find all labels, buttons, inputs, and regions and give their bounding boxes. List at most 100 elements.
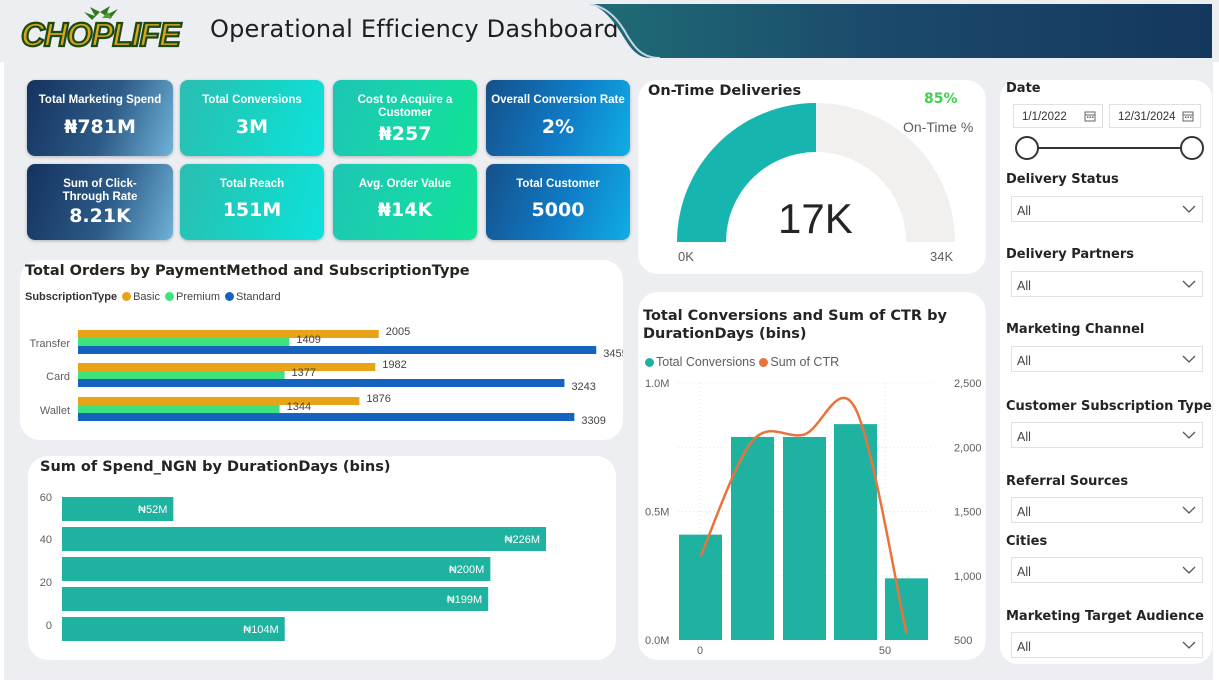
date-slicer-label: Date <box>1006 81 1041 96</box>
y-tick: 0 <box>46 620 52 632</box>
bar-premium <box>78 371 285 379</box>
dropdown-value: All <box>1017 430 1031 444</box>
kpi-value: 3M <box>235 116 269 138</box>
customer-subscription-type-dropdown[interactable]: All <box>1011 422 1203 448</box>
chevron-down-icon <box>1182 506 1196 514</box>
spend-bar <box>62 527 547 551</box>
kpi-value: 151M <box>222 199 282 221</box>
orders-by-payment-card[interactable]: Total Orders by PaymentMethod and Subscr… <box>20 260 623 440</box>
x-tick: 0 <box>697 645 703 657</box>
on-time-deliveries-card[interactable]: On-Time Deliveries 85% On-Time % 17K 0K … <box>638 80 986 274</box>
dropdown-value: All <box>1017 204 1031 218</box>
data-label: 3309 <box>581 415 605 427</box>
kpi-avg-order-value[interactable]: Avg. Order Value ₦14K <box>333 164 477 240</box>
kpi-value: ₦14K <box>377 199 433 221</box>
kpi-sum-ctr[interactable]: Sum of Click-Through Rate 8.21K <box>27 164 173 240</box>
data-label: 1982 <box>382 359 406 371</box>
kpi-total-marketing-spend[interactable]: Total Marketing Spend ₦781M <box>27 80 173 156</box>
bar-basic <box>78 397 360 405</box>
date-start-value: 1/1/2022 <box>1022 111 1067 123</box>
delivery-partners-label: Delivery Partners <box>1006 247 1135 262</box>
delivery-status-label: Delivery Status <box>1006 172 1119 187</box>
kpi-total-customer[interactable]: Total Customer 5000 <box>486 164 630 240</box>
orders-bar-chart: Transfer 2005 1409 3455 Card 1982 1377 3243 Wall… <box>29 326 623 427</box>
marketing-channel-dropdown[interactable]: All <box>1011 346 1203 372</box>
cities-dropdown[interactable]: All <box>1011 557 1203 583</box>
header-bar: CHOPLIFE Operational Efficiency Dashboar… <box>0 0 1219 62</box>
y-right-tick: 1,500 <box>954 507 982 519</box>
choplife-logo: CHOPLIFE <box>20 6 183 52</box>
bar-basic <box>78 330 379 338</box>
chevron-down-icon <box>1182 205 1196 213</box>
data-label: 1876 <box>366 393 390 405</box>
kpi-label: Avg. Order Value <box>358 178 452 190</box>
spend-bar <box>62 557 491 581</box>
y-right-tick: 2,000 <box>954 442 982 454</box>
gauge-min-label: 0K <box>678 249 694 264</box>
kpi-cost-to-acquire[interactable]: Cost to Acquire a Customer ₦257 <box>333 80 477 156</box>
delivery-status-dropdown[interactable]: All <box>1011 196 1203 222</box>
date-start-input[interactable]: 1/1/2022 <box>1013 104 1103 128</box>
bottom-edge <box>0 680 1219 685</box>
y-left-tick: 1.0M <box>645 378 669 390</box>
y-tick: 60 <box>40 492 52 504</box>
data-label: 1377 <box>292 367 316 379</box>
kpi-overall-conversion-rate[interactable]: Overall Conversion Rate 2% <box>486 80 630 156</box>
y-right-tick: 1,000 <box>954 571 982 583</box>
bar-standard <box>78 346 597 354</box>
svg-text:CHOPLIFE: CHOPLIFE <box>21 16 182 52</box>
category-label: Transfer <box>29 338 70 350</box>
date-end-input[interactable]: 12/31/2024 <box>1109 104 1201 128</box>
spend-bar <box>62 587 489 611</box>
bar-premium <box>78 338 290 346</box>
bar-standard <box>78 413 575 421</box>
spend-bar-chart: 60 40 20 0 ₦52M ₦226M ₦200M ₦199M ₦104M <box>40 492 547 641</box>
kpi-label: Total Marketing Spend <box>38 94 162 106</box>
kpi-value: 2% <box>541 116 575 138</box>
bar-basic <box>78 363 376 371</box>
conversions-bar <box>783 436 826 640</box>
chevron-down-icon <box>1182 431 1196 439</box>
spend-by-duration-card[interactable]: Sum of Spend_NGN by DurationDays (bins) … <box>28 456 616 660</box>
marketing-target-audience-label: Marketing Target Audience <box>1006 609 1204 624</box>
y-left-tick: 0.5M <box>645 507 669 519</box>
date-range-slider[interactable] <box>1012 135 1208 161</box>
y-tick: 40 <box>40 534 52 546</box>
marketing-target-audience-dropdown[interactable]: All <box>1011 632 1203 658</box>
chevron-down-icon <box>1182 355 1196 363</box>
kpi-total-conversions[interactable]: Total Conversions 3M <box>180 80 324 156</box>
referral-sources-label: Referral Sources <box>1006 474 1129 489</box>
data-label: ₦199M <box>447 594 482 606</box>
delivery-partners-dropdown[interactable]: All <box>1011 271 1203 297</box>
kpi-label: Cost to Acquire a Customer <box>357 94 453 119</box>
kpi-total-reach[interactable]: Total Reach 151M <box>180 164 324 240</box>
y-left-tick: 0.0M <box>645 635 669 647</box>
conversions-ctr-card[interactable]: Total Conversions and Sum of CTR by Dura… <box>638 292 986 660</box>
data-label: 3243 <box>571 381 595 393</box>
calendar-icon[interactable] <box>1084 110 1096 122</box>
kpi-label: Total Customer <box>516 178 600 190</box>
kpi-label: Sum of Click-Through Rate <box>62 178 138 203</box>
kpi-value: ₦257 <box>378 123 432 145</box>
dropdown-value: All <box>1017 505 1031 519</box>
dropdown-value: All <box>1017 565 1031 579</box>
dashboard-title: Operational Efficiency Dashboard <box>210 15 619 43</box>
right-edge <box>1213 0 1219 685</box>
data-label: ₦52M <box>138 504 167 516</box>
calendar-icon[interactable] <box>1182 110 1194 122</box>
bar-premium <box>78 405 280 413</box>
conversions-bar <box>679 534 722 640</box>
referral-sources-dropdown[interactable]: All <box>1011 497 1203 523</box>
x-tick: 50 <box>879 645 891 657</box>
bar-standard <box>78 379 565 387</box>
y-tick: 20 <box>40 577 52 589</box>
category-label: Wallet <box>40 405 70 417</box>
data-label: 1409 <box>296 334 320 346</box>
slider-end-handle <box>1180 136 1204 160</box>
kpi-label: Overall Conversion Rate <box>491 94 625 106</box>
dropdown-value: All <box>1017 354 1031 368</box>
chevron-down-icon <box>1182 566 1196 574</box>
kpi-value: 8.21K <box>69 205 131 227</box>
chevron-down-icon <box>1182 280 1196 288</box>
kpi-label: Total Conversions <box>202 94 302 106</box>
